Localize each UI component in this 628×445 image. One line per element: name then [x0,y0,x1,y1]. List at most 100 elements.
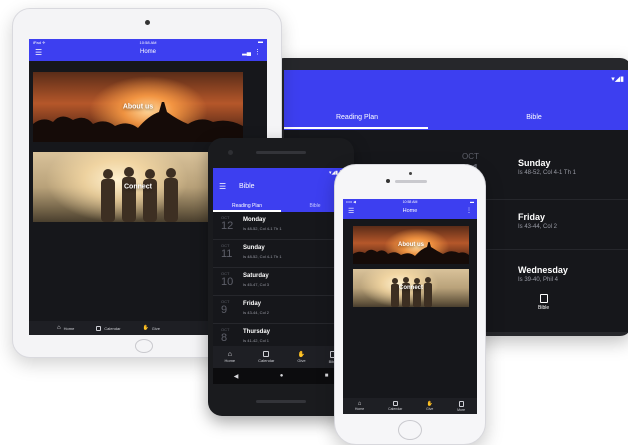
row-day: 11 [221,248,233,260]
row-title: Wednesday [518,265,568,275]
page-title: Home [402,208,418,214]
page-title: Bible [239,183,255,190]
tab-indicator [284,127,428,129]
nav-label: Give [297,358,306,363]
recents-icon[interactable]: ■ [325,373,329,379]
tablet-portrait-appbar: iPad ✈ 10:58 AM ▬ ☰ Home ▂▄ ⋮ [29,39,267,61]
status-icons: ▾◢▮ [611,76,624,83]
tab-bible[interactable]: Bible [464,114,604,121]
card-label: Connect [399,285,423,291]
calendar-icon [263,351,270,357]
nav-more[interactable]: More [457,400,466,412]
back-icon[interactable]: ◀ [234,373,239,380]
list-item[interactable]: OCT 11 Sunday Is 48-52, Col 4-1 Th 1 [213,240,349,268]
nav-label: Home [354,407,365,411]
nav-calendar[interactable]: Calendar [388,401,402,411]
nav-home[interactable]: ⌂ Home [57,325,74,331]
connect-card[interactable]: Connect [353,269,469,307]
home-circle-icon[interactable]: ● [280,373,284,379]
nav-home[interactable]: ⌂ Home [355,401,364,411]
row-day: 12 [221,220,234,232]
list-item[interactable]: OCT 10 Saturday Is 45-47, Col 3 [213,268,349,296]
about-us-card[interactable]: About us [33,72,243,142]
more-icon [458,400,464,407]
tablet-landscape-appbar: ▾◢▮ Reading Plan Bible [284,70,628,130]
iphone-appbar: ••••• ◀ 10:58 AM ▬ ☰ Home ⋮ [343,199,477,219]
book-icon [539,294,548,303]
speaker-grille [256,151,306,154]
status-time: 10:58 AM [139,40,157,45]
row-reference: Is 45-47, Col 3 [243,282,270,287]
row-title: Saturday [243,273,269,279]
home-button[interactable] [135,339,153,353]
give-icon: ✋ [142,325,149,331]
iphone-screen: ••••• ◀ 10:58 AM ▬ ☰ Home ⋮ About us Con… [343,199,477,414]
nav-give[interactable]: ✋ Give [426,401,433,411]
top-sensor [409,172,412,175]
nav-label: More [457,407,466,412]
nav-label: Home [63,325,75,331]
nav-calendar[interactable]: Calendar [96,325,121,331]
nav-label: Give [426,407,434,411]
iphone: ••••• ◀ 10:58 AM ▬ ☰ Home ⋮ About us Con… [334,164,486,445]
nav-bible[interactable]: Bible [538,294,549,311]
nav-label: Calendar [104,325,121,331]
row-day: 9 [221,304,228,316]
list-item[interactable]: OCT 12 Monday Is 48-52, Col 4-1 Th 1 [213,212,349,240]
group-silhouette [391,277,432,307]
status-time: 10:58 AM [402,200,418,204]
signal-icon[interactable]: ▂▄ [242,49,251,56]
nav-calendar[interactable]: Calendar [258,351,274,363]
row-title: Sunday [243,245,265,251]
nav-label: Bible [538,305,550,311]
nav-label: Calendar [258,358,275,363]
android-screen: ▾◢▮ 10 ☰ Bible Reading Plan Bible OCT 12… [213,168,349,368]
tab-reading-plan[interactable]: Reading Plan [290,114,424,121]
bottom-nav: ⌂ Home Calendar ✋ Give More [343,398,477,414]
home-button[interactable] [398,420,422,440]
row-reference: Is 41-42, Col 1 [243,338,270,343]
card-label: About us [398,242,424,248]
overflow-icon[interactable]: ⋮ [254,48,261,56]
row-title: Monday [243,217,266,223]
nav-give[interactable]: ✋ Give [297,351,305,363]
row-day: 10 [221,276,234,288]
tab-reading-plan[interactable]: Reading Plan [213,203,281,209]
row-title: Friday [518,212,546,222]
home-icon: ⌂ [227,351,232,358]
list-item[interactable]: OCT 9 Friday Is 43-44, Col 2 [213,296,349,324]
front-camera [386,179,390,183]
menu-icon[interactable]: ☰ [219,182,226,191]
nav-give[interactable]: ✋ Give [143,325,160,331]
android-phone: ▾◢▮ 10 ☰ Bible Reading Plan Bible OCT 12… [208,138,354,416]
row-title: Friday [243,301,262,307]
earpiece [395,180,427,183]
row-day: 8 [221,332,228,344]
row-reference: Is 48-52, Col 4-1 Th 1 [243,226,282,231]
android-appbar: ▾◢▮ 10 ☰ Bible Reading Plan Bible [213,168,349,212]
front-camera [145,20,150,25]
row-reference: Is 43-44, Col 2 [518,224,558,230]
bottom-nav: ⌂ Home Calendar ✋ Give Bible [213,346,349,368]
front-camera [228,150,233,155]
row-title: Sunday [518,158,551,168]
row-title: Thursday [243,329,271,335]
overflow-icon[interactable]: ⋮ [466,207,472,214]
nav-label: Give [151,325,160,331]
give-icon: ✋ [297,352,306,358]
calendar-icon [392,401,398,406]
calendar-icon [96,325,102,331]
nav-label: Calendar [388,407,403,411]
row-reference: Is 39-40, Phil 4 [518,277,559,283]
nav-home[interactable]: ⌂ Home [224,351,235,363]
row-reference: Is 48-52, Col 4-1 Th 1 [518,170,576,176]
status-battery: ▬ [470,199,474,204]
card-label: About us [122,103,154,111]
nav-label: Home [224,358,236,363]
status-battery: ▬ [258,39,263,45]
about-us-card[interactable]: About us [353,226,469,264]
speaker-grille [256,400,306,403]
row-reference: Is 43-44, Col 2 [243,310,270,315]
page-title: Home [139,49,156,55]
row-month: OCT [462,152,479,161]
